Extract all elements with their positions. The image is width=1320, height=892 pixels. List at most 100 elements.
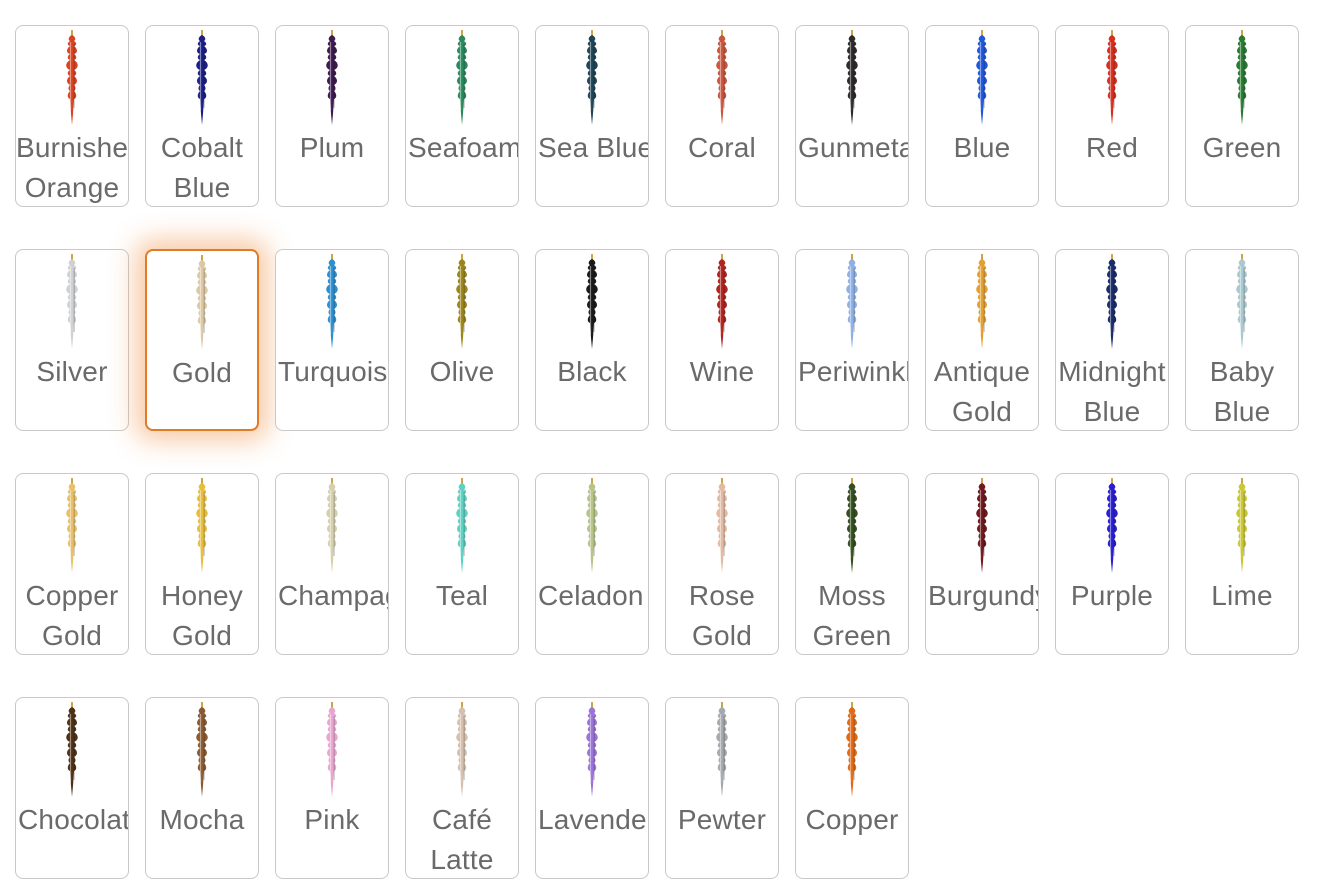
swatch-label: Olive (429, 356, 495, 387)
color-swatch-black[interactable]: Black (535, 249, 649, 431)
color-swatch-midnight-blue[interactable]: Midnight Blue (1055, 249, 1169, 431)
swatch-label: Silver (36, 356, 108, 387)
color-swatch-cobalt-blue[interactable]: Cobalt Blue (145, 25, 259, 207)
swatch-body: Lime (1186, 474, 1298, 654)
icicle-ornament-icon (586, 30, 598, 125)
icicle-ornament-icon (196, 255, 208, 350)
icicle-ornament-icon (586, 702, 598, 797)
swatch-label: Lime (1211, 580, 1273, 611)
color-swatch-lavender[interactable]: Lavender (535, 697, 649, 879)
swatch-body: Seafoam (406, 26, 518, 206)
swatch-label: Black (557, 356, 627, 387)
color-swatch-pewter[interactable]: Pewter (665, 697, 779, 879)
color-swatch-green[interactable]: Green (1185, 25, 1299, 207)
swatch-body: Celadon (536, 474, 648, 654)
color-swatch-wine[interactable]: Wine (665, 249, 779, 431)
color-swatch-silver[interactable]: Silver (15, 249, 129, 431)
icicle-ornament-icon (1236, 254, 1248, 349)
color-swatch-teal[interactable]: Teal (405, 473, 519, 655)
icicle-ornament-icon (196, 702, 208, 797)
swatch-label: Red (1086, 132, 1138, 163)
color-swatch-celadon[interactable]: Celadon (535, 473, 649, 655)
swatch-label: Honey Gold (161, 580, 243, 651)
swatch-body: Lavender (536, 698, 648, 878)
swatch-label: Antique Gold (933, 356, 1031, 427)
color-swatch-olive[interactable]: Olive (405, 249, 519, 431)
icicle-ornament-icon (326, 702, 338, 797)
color-swatch-turquoise[interactable]: Turquoise (275, 249, 389, 431)
swatch-body: Moss Green (796, 474, 908, 654)
color-swatch-lime[interactable]: Lime (1185, 473, 1299, 655)
icicle-ornament-icon (66, 254, 78, 349)
color-swatch-pink[interactable]: Pink (275, 697, 389, 879)
swatch-label: Periwinkle (798, 356, 908, 387)
swatch-label: Copper Gold (25, 580, 119, 651)
icicle-ornament-icon (66, 702, 78, 797)
swatch-label: Café Latte (430, 804, 494, 875)
color-swatch-red[interactable]: Red (1055, 25, 1169, 207)
swatch-label: Cobalt Blue (160, 132, 244, 203)
swatch-label: Seafoam (408, 132, 518, 163)
swatch-body: Coral (666, 26, 778, 206)
icicle-ornament-icon (846, 30, 858, 125)
icicle-ornament-icon (1106, 478, 1118, 573)
swatch-label: Coral (688, 132, 756, 163)
swatch-body: Green (1186, 26, 1298, 206)
color-swatch-copper-gold[interactable]: Copper Gold (15, 473, 129, 655)
color-swatch-burnished-orange[interactable]: Burnished Orange (15, 25, 129, 207)
icicle-ornament-icon (456, 702, 468, 797)
swatch-label: Gunmetal (798, 132, 908, 163)
swatch-label: Blue (953, 132, 1011, 163)
color-swatch-rose-gold[interactable]: Rose Gold (665, 473, 779, 655)
color-swatch-chocolate[interactable]: Chocolate (15, 697, 129, 879)
icicle-ornament-icon (976, 478, 988, 573)
swatch-label: Burgundy (928, 580, 1038, 611)
swatch-label: Green (1202, 132, 1282, 163)
icicle-ornament-icon (716, 254, 728, 349)
swatch-label: Teal (435, 580, 489, 611)
color-swatch-honey-gold[interactable]: Honey Gold (145, 473, 259, 655)
color-swatch-champagne[interactable]: Champagne (275, 473, 389, 655)
swatch-body: Gold (147, 251, 257, 429)
icicle-ornament-icon (1236, 478, 1248, 573)
icicle-ornament-icon (716, 30, 728, 125)
swatch-body: Plum (276, 26, 388, 206)
color-swatch-moss-green[interactable]: Moss Green (795, 473, 909, 655)
icicle-ornament-icon (456, 254, 468, 349)
color-swatch-periwinkle[interactable]: Periwinkle (795, 249, 909, 431)
icicle-ornament-icon (586, 478, 598, 573)
color-swatch-caf-latte[interactable]: Café Latte (405, 697, 519, 879)
color-swatch-mocha[interactable]: Mocha (145, 697, 259, 879)
icicle-ornament-icon (326, 254, 338, 349)
swatch-label: Pewter (677, 804, 767, 835)
icicle-ornament-icon (326, 30, 338, 125)
swatch-label: Burnished Orange (16, 132, 128, 203)
swatch-body: Rose Gold (666, 474, 778, 654)
swatch-label: Moss Green (812, 580, 892, 651)
swatch-body: Midnight Blue (1056, 250, 1168, 430)
swatch-body: Cobalt Blue (146, 26, 258, 206)
color-swatch-seafoam[interactable]: Seafoam (405, 25, 519, 207)
swatch-body: Pink (276, 698, 388, 878)
color-swatch-purple[interactable]: Purple (1055, 473, 1169, 655)
color-swatch-gold[interactable]: Gold (145, 249, 259, 431)
icicle-ornament-icon (976, 254, 988, 349)
color-swatch-gunmetal[interactable]: Gunmetal (795, 25, 909, 207)
icicle-ornament-icon (456, 478, 468, 573)
swatch-label: Plum (299, 132, 365, 163)
swatch-body: Honey Gold (146, 474, 258, 654)
color-swatch-grid: Burnished Orange Cobalt Blue Plum (15, 25, 1305, 879)
swatch-label: Sea Blue (538, 132, 648, 163)
swatch-label: Midnight Blue (1058, 356, 1166, 427)
color-swatch-burgundy[interactable]: Burgundy (925, 473, 1039, 655)
swatch-body: Copper (796, 698, 908, 878)
color-swatch-blue[interactable]: Blue (925, 25, 1039, 207)
swatch-body: Gunmetal (796, 26, 908, 206)
color-swatch-plum[interactable]: Plum (275, 25, 389, 207)
color-swatch-copper[interactable]: Copper (795, 697, 909, 879)
color-swatch-baby-blue[interactable]: Baby Blue (1185, 249, 1299, 431)
color-swatch-sea-blue[interactable]: Sea Blue (535, 25, 649, 207)
color-swatch-antique-gold[interactable]: Antique Gold (925, 249, 1039, 431)
color-swatch-coral[interactable]: Coral (665, 25, 779, 207)
icicle-ornament-icon (1106, 30, 1118, 125)
